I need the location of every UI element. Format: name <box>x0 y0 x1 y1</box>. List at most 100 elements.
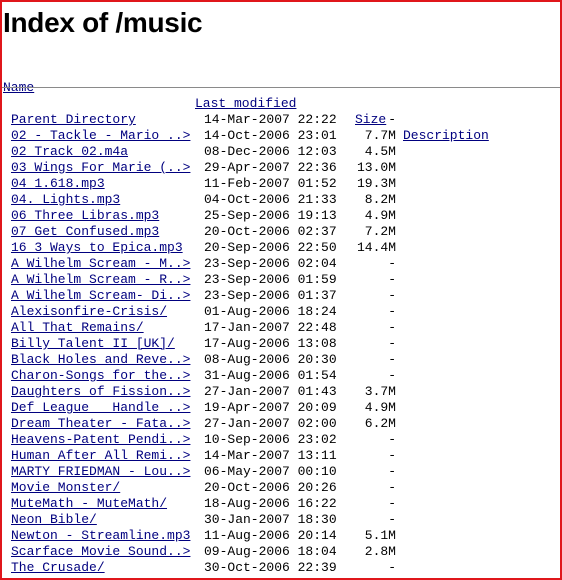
last-modified-cell: 31-Aug-2006 01:54 <box>204 368 337 383</box>
last-modified-cell: 30-Jan-2007 18:30 <box>204 512 337 527</box>
file-link[interactable]: Scarface Movie Sound..> <box>11 544 190 560</box>
file-link[interactable]: 06 Three Libras.mp3 <box>11 208 159 224</box>
table-row: 16 3 Ways to Epica.mp3 20-Sep-2006 22:50 1… <box>2 240 560 256</box>
size-cell: 2.8M <box>364 544 396 559</box>
size-cell: - <box>388 256 396 271</box>
last-modified-cell: 14-Mar-2007 13:11 <box>204 448 337 463</box>
last-modified-cell: 20-Oct-2006 02:37 <box>204 224 337 239</box>
size-cell: 5.1M <box>364 528 396 543</box>
sort-by-name-link[interactable]: Name <box>3 80 34 96</box>
sort-by-last-modified-link[interactable]: Last modified <box>195 96 296 112</box>
table-row: Parent Directory 14-Mar-2007 22:22 - <box>2 112 560 128</box>
file-link[interactable]: Neon Bible/ <box>11 512 97 528</box>
last-modified-cell: 17-Jan-2007 22:48 <box>204 320 337 335</box>
table-row: Neon Bible/30-Jan-2007 18:30 - <box>2 512 560 528</box>
file-link[interactable]: 02 - Tackle - Mario ..> <box>11 128 190 144</box>
last-modified-cell: 27-Jan-2007 02:00 <box>204 416 337 431</box>
last-modified-cell: 23-Sep-2006 01:59 <box>204 272 337 287</box>
size-cell: - <box>388 480 396 495</box>
table-row: A Wilhelm Scream - M..> 23-Sep-2006 02:04… <box>2 256 560 272</box>
file-link[interactable]: 03 Wings For Marie (..> <box>11 160 190 176</box>
table-row: 07 Get Confused.mp3 20-Oct-2006 02:37 7.2M <box>2 224 560 240</box>
size-cell: 7.7M <box>364 128 396 143</box>
file-link[interactable]: Heavens-Patent Pendi..> <box>11 432 190 448</box>
table-row: Charon-Songs for the..> 31-Aug-2006 01:54… <box>2 368 560 384</box>
file-link[interactable]: MARTY FRIEDMAN - Lou..> <box>11 464 190 480</box>
file-link[interactable]: Dream Theater - Fata..> <box>11 416 190 432</box>
file-link[interactable]: All That Remains/ <box>11 320 144 336</box>
last-modified-cell: 08-Dec-2006 12:03 <box>204 144 337 159</box>
last-modified-cell: 19-Apr-2007 20:09 <box>204 400 337 415</box>
size-cell: - <box>388 512 396 527</box>
last-modified-cell: 25-Sep-2006 19:13 <box>204 208 337 223</box>
file-link[interactable]: Movie Monster/ <box>11 480 120 496</box>
table-row: 06 Three Libras.mp3 25-Sep-2006 19:13 4.9M <box>2 208 560 224</box>
table-row: A Wilhelm Scream - R..> 23-Sep-2006 01:59… <box>2 272 560 288</box>
size-cell: - <box>388 464 396 479</box>
last-modified-cell: 27-Jan-2007 01:43 <box>204 384 337 399</box>
parent-directory-link[interactable]: Parent Directory <box>11 112 136 128</box>
file-link[interactable]: A Wilhelm Scream - R..> <box>11 272 190 288</box>
last-modified-cell: 29-Apr-2007 22:36 <box>204 160 337 175</box>
table-row: 04 1.618.mp3 11-Feb-2007 01:52 19.3M <box>2 176 560 192</box>
last-modified-cell: 01-Aug-2006 18:24 <box>204 304 337 319</box>
size-cell: - <box>388 288 396 303</box>
table-row: 03 Wings For Marie (..> 29-Apr-2007 22:36… <box>2 160 560 176</box>
table-row: Heavens-Patent Pendi..> 10-Sep-2006 23:02… <box>2 432 560 448</box>
table-row: Human After All Remi..> 14-Mar-2007 13:11… <box>2 448 560 464</box>
last-modified-cell: 18-Aug-2006 16:22 <box>204 496 337 511</box>
table-row: Scarface Movie Sound..> 09-Aug-2006 18:04… <box>2 544 560 560</box>
size-cell: 3.7M <box>364 384 396 399</box>
column-header-row: Name Last modified Size Description <box>2 64 560 143</box>
last-modified-cell: 10-Sep-2006 23:02 <box>204 432 337 447</box>
last-modified-cell: 20-Sep-2006 22:50 <box>204 240 337 255</box>
size-cell: - <box>388 560 396 575</box>
last-modified-cell: 06-May-2007 00:10 <box>204 464 337 479</box>
file-link[interactable]: Def League Handle ..> <box>11 400 190 416</box>
size-cell: 13.0M <box>356 160 396 175</box>
file-link[interactable]: MuteMath - MuteMath/ <box>11 496 167 512</box>
file-link[interactable]: 02 Track 02.m4a <box>11 144 128 160</box>
size-cell: - <box>388 352 396 367</box>
last-modified-cell: 23-Sep-2006 01:37 <box>204 288 337 303</box>
file-link[interactable]: 04 1.618.mp3 <box>11 176 105 192</box>
size-cell: - <box>388 304 396 319</box>
file-link[interactable]: 16 3 Ways to Epica.mp3 <box>11 240 183 256</box>
size-cell: 4.9M <box>364 208 396 223</box>
last-modified-cell: 11-Feb-2007 01:52 <box>204 176 337 191</box>
size-cell: - <box>388 496 396 511</box>
last-modified-cell: 20-Oct-2006 20:26 <box>204 480 337 495</box>
last-modified-cell: 11-Aug-2006 20:14 <box>204 528 337 543</box>
size-cell: 19.3M <box>356 176 396 191</box>
file-link[interactable]: 04. Lights.mp3 <box>11 192 120 208</box>
last-modified-cell: 23-Sep-2006 02:04 <box>204 256 337 271</box>
table-row: All That Remains/17-Jan-2007 22:48 - <box>2 320 560 336</box>
file-link[interactable]: The Crusade/ <box>11 560 105 576</box>
size-cell: - <box>388 272 396 287</box>
table-row: The Crusade/30-Oct-2006 22:39 - <box>2 560 560 576</box>
size-cell: 8.2M <box>364 192 396 207</box>
table-row: 02 - Tackle - Mario ..> 14-Oct-2006 23:01… <box>2 128 560 144</box>
file-link[interactable]: Charon-Songs for the..> <box>11 368 190 384</box>
size-cell: 6.2M <box>364 416 396 431</box>
file-link[interactable]: Black Holes and Reve..> <box>11 352 190 368</box>
table-row: Def League Handle ..> 19-Apr-2007 20:09 4.… <box>2 400 560 416</box>
size-cell: - <box>388 432 396 447</box>
table-row: 04. Lights.mp3 04-Oct-2006 21:33 8.2M <box>2 192 560 208</box>
file-list: Parent Directory 14-Mar-2007 22:22-02 - T… <box>2 112 560 576</box>
page-title: Index of /music <box>3 7 203 38</box>
table-row: Black Holes and Reve..> 08-Aug-2006 20:30… <box>2 352 560 368</box>
file-link[interactable]: A Wilhelm Scream- Di..> <box>11 288 190 304</box>
file-link[interactable]: 07 Get Confused.mp3 <box>11 224 159 240</box>
file-link[interactable]: Alexisonfire-Crisis/ <box>11 304 167 320</box>
file-link[interactable]: Newton - Streamline.mp3 <box>11 528 190 544</box>
last-modified-cell: 14-Oct-2006 23:01 <box>204 128 337 143</box>
file-link[interactable]: Billy Talent II [UK]/ <box>11 336 175 352</box>
table-row: MARTY FRIEDMAN - Lou..> 06-May-2007 00:10… <box>2 464 560 480</box>
file-link[interactable]: Human After All Remi..> <box>11 448 190 464</box>
last-modified-cell: 30-Oct-2006 22:39 <box>204 560 337 575</box>
file-link[interactable]: Daughters of Fission..> <box>11 384 190 400</box>
file-link[interactable]: A Wilhelm Scream - M..> <box>11 256 190 272</box>
table-row: MuteMath - MuteMath/18-Aug-2006 16:22 - <box>2 496 560 512</box>
table-row: Newton - Streamline.mp3 11-Aug-2006 20:14… <box>2 528 560 544</box>
